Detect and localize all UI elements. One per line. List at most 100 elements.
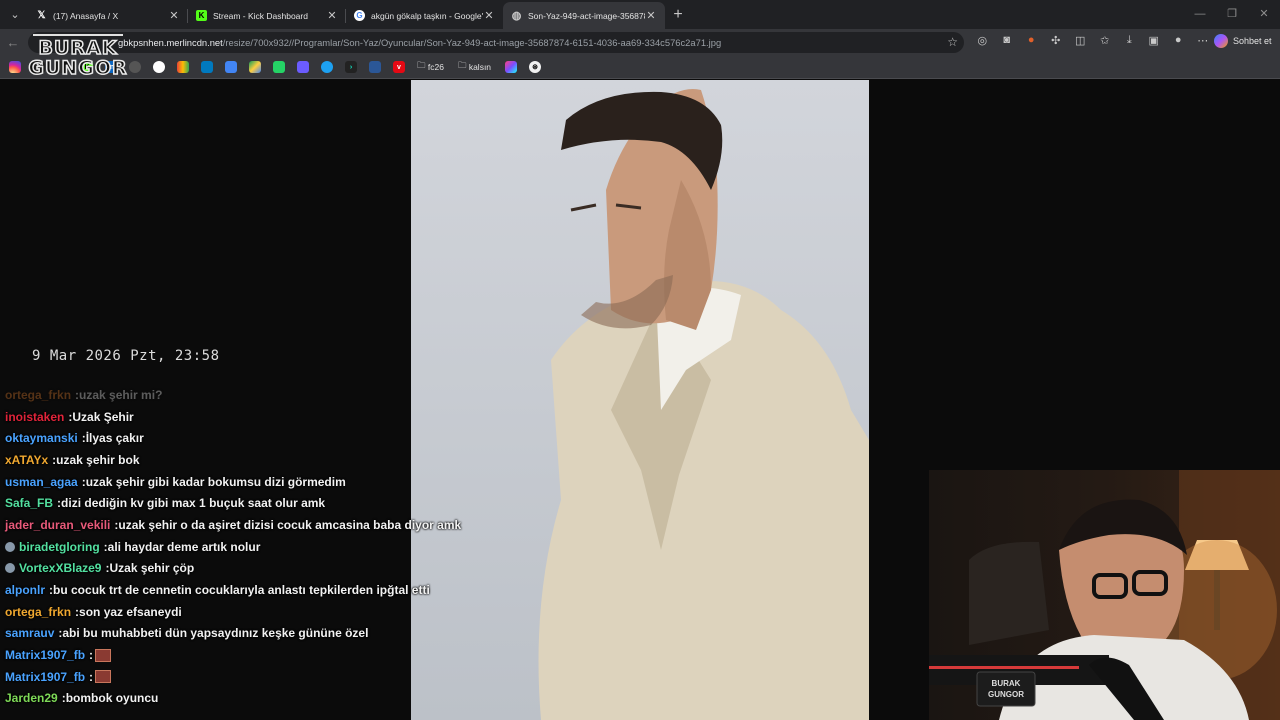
chat-username: Jarden29 [5,691,58,706]
arrow-left-icon: ← [6,35,20,50]
webcam-overlay: BURAK GUNGOR [929,470,1280,720]
chat-username: alponlr [5,583,46,598]
folder-icon: 🗀 [457,60,469,70]
star-icon[interactable]: ☆ [947,35,958,49]
close-window-icon[interactable]: ✕ [1248,0,1280,29]
glasses-icon[interactable]: ◎ [970,34,995,47]
plus-icon: + [673,5,683,23]
docs-icon[interactable] [225,61,237,73]
folder-icon: 🗀 [417,60,428,70]
bookmark-arrow-icon[interactable]: › [345,61,357,73]
bookmark-blue-icon[interactable] [321,61,333,73]
kick-logo-icon: K [196,10,207,21]
puzzle-icon[interactable]: ✣ [1044,34,1069,47]
close-icon[interactable]: ✕ [168,9,180,22]
globe-icon: ◍ [511,10,522,22]
chat-message: Safa_FB: dizi dediğin kv gibi max 1 buçu… [5,492,465,514]
chat-username: ortega_frkn [5,387,72,402]
tab-google[interactable]: G akgün gökalp taşkın - Google'da Ara ✕ [346,2,503,29]
camera-icon[interactable]: ◙ [995,34,1020,47]
chat-username: biradetgloring [19,539,100,554]
image-viewer: 9 Mar 2026 Pzt, 23:58 ortega_frkn: uzak … [0,80,1280,720]
chat-text: ali haydar deme artık nolur [107,539,261,554]
url-host: gbkpsnhen.merlincdn.net [118,37,223,48]
split-screen-icon[interactable]: ◫ [1068,34,1093,47]
extension-orange-icon[interactable]: ● [1019,34,1044,47]
chat-text: bu cocuk trt de cennetin cocuklarıyla an… [53,583,430,598]
url-text: gbkpsnhen.merlincdn.net/resize/700x932//… [118,37,721,48]
stream-datetime: 9 Mar 2026 Pzt, 23:58 [32,348,220,364]
chat-message: oktaymanski: İlyas çakır [5,427,465,449]
close-icon[interactable]: ✕ [645,9,657,22]
bookmark-circle-icon[interactable] [129,61,141,73]
tab-image[interactable]: ◍ Son-Yaz-949-act-image-35687874-6151-40… [503,2,665,29]
analytics-icon[interactable] [177,61,189,73]
chat-text: uzak şehir gibi kadar bokumsu dizi görme… [85,474,346,489]
more-menu-icon[interactable]: ⋯ [1191,34,1216,47]
chat-text: uzak şehir mi? [79,387,163,402]
chat-message: xATAYx: uzak şehir bok [5,449,465,471]
window-controls: — ❐ ✕ [1184,0,1280,29]
chat-username: xATAYx [5,452,49,467]
chat-colon: : [89,648,94,663]
tab-title: akgün gökalp taşkın - Google'da Ara [371,10,483,21]
chat-colon: : [89,669,94,684]
chevron-down-icon: ⌄ [10,9,20,21]
drive-icon[interactable] [249,61,261,73]
chat-text: İlyas çakır [85,431,144,446]
tab-search-button[interactable]: ⌄ [2,4,28,26]
bookmark-translate-icon[interactable] [369,61,381,73]
favorites-icon[interactable]: ✩ [1093,34,1118,47]
chat-username: oktaymanski [5,431,78,446]
bookmark-red-icon[interactable]: v [393,61,405,73]
x-logo-icon: 𝕏 [37,10,46,21]
chat-username: VortexXBlaze9 [19,561,102,576]
chat-username: Matrix1907_fb [5,669,86,684]
chat-message: usman_agaa: uzak şehir gibi kadar bokums… [5,471,465,493]
copilot-label: Sohbet et [1233,36,1272,46]
back-button[interactable]: ← [0,35,26,50]
tab-x[interactable]: 𝕏 (17) Anasayfa / X ✕ [28,2,188,29]
tab-title: Stream - Kick Dashboard [213,10,308,21]
chat-username: usman_agaa [5,474,78,489]
chat-username: jader_duran_vekili [5,517,111,532]
chat-message: alponlr: bu cocuk trt de cennetin cocukl… [5,579,465,601]
chat-message: jader_duran_vekili: uzak şehir o da aşir… [5,514,465,536]
restore-icon[interactable]: ❐ [1216,0,1248,29]
bookmark-purple-icon[interactable] [297,61,309,73]
openai-icon[interactable]: ⊛ [529,61,542,73]
address-bar[interactable]: gbkpsnhen.merlincdn.net/resize/700x932//… [28,32,964,53]
extension-icons: ◎ ◙ ● ✣ ◫ ✩ ⤓ ▣ ● ⋯ [970,34,1215,47]
download-icon[interactable]: ⤓ [1117,34,1142,47]
chat-text: bombok oyuncu [65,691,159,706]
close-icon[interactable]: ✕ [326,9,338,22]
close-icon[interactable]: ✕ [483,9,495,22]
bookmark-folder-fc26[interactable]: 🗀 fc26 [417,60,444,73]
svg-text:GUNGOR: GUNGOR [988,690,1024,699]
screenshot-icon[interactable]: ▣ [1142,34,1167,47]
chat-text: uzak şehir bok [56,452,140,467]
trello-icon[interactable] [201,61,213,73]
logo-line-2: GUNGOR [28,57,128,79]
instagram-icon[interactable] [9,61,21,73]
bookmark-gradient-icon[interactable] [505,61,518,73]
emote-icon [95,648,112,662]
chat-text: abi bu muhabbeti dün yapsaydınız keşke g… [62,626,369,641]
new-tab-button[interactable]: + [665,6,691,24]
chat-text: son yaz efsaneydi [79,604,182,619]
copilot-button[interactable]: Sohbet et [1214,34,1272,48]
bookmark-white-icon[interactable] [153,61,165,73]
copilot-icon [1214,34,1228,48]
actor-photo [411,80,869,720]
whatsapp-icon[interactable] [273,61,285,73]
chat-username: Safa_FB [5,496,54,511]
minimize-icon[interactable]: — [1184,0,1216,29]
chat-message: samrauv: abi bu muhabbeti dün yapsaydını… [5,623,465,645]
folder-label: kalsın [468,62,492,72]
tab-kick[interactable]: K Stream - Kick Dashboard ✕ [188,2,346,29]
subscriber-badge-icon [5,563,15,574]
chat-message: Matrix1907_fb: [5,644,465,666]
bookmark-folder-kalsin[interactable]: 🗀 kalsın [457,60,492,73]
profile-avatar-icon[interactable]: ● [1166,34,1191,47]
chat-message: biradetgloring: ali haydar deme artık no… [5,536,465,558]
